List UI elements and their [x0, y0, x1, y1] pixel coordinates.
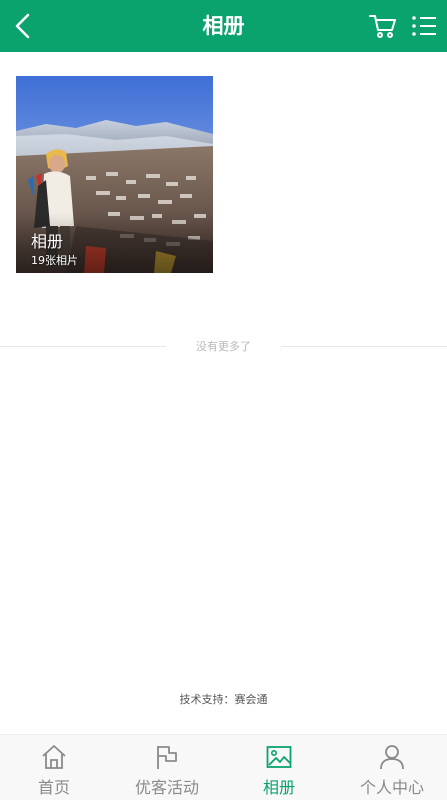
top-navbar: 相册 [0, 0, 447, 52]
bottom-tabbar: 首页 优客活动 相册 个人中心 [0, 734, 447, 800]
tech-support-text: 技术支持：赛会通 [179, 693, 268, 706]
tab-home[interactable]: 首页 [0, 735, 110, 800]
album-photo-count: 19张相片 [31, 254, 78, 267]
list-end-text: 没有更多了 [196, 340, 251, 353]
tab-home-label: 首页 [37, 778, 70, 797]
list-menu-icon[interactable] [411, 14, 437, 38]
album-card[interactable]: 相册 19张相片 [16, 76, 213, 273]
tab-profile[interactable]: 个人中心 [336, 735, 447, 800]
home-icon [42, 745, 66, 769]
tab-album-label: 相册 [262, 778, 295, 797]
chevron-left-icon[interactable] [10, 12, 38, 40]
tab-activities-label: 优客活动 [134, 778, 199, 797]
divider-left [0, 346, 166, 347]
tab-profile-label: 个人中心 [359, 778, 424, 797]
divider-right [281, 346, 447, 347]
user-icon [380, 745, 404, 770]
album-name: 相册 [31, 232, 64, 251]
shopping-cart-icon[interactable] [369, 13, 397, 39]
tab-activities[interactable]: 优客活动 [111, 735, 223, 800]
flag-icon [157, 746, 177, 769]
tab-album[interactable]: 相册 [223, 735, 335, 800]
image-icon [266, 746, 292, 768]
